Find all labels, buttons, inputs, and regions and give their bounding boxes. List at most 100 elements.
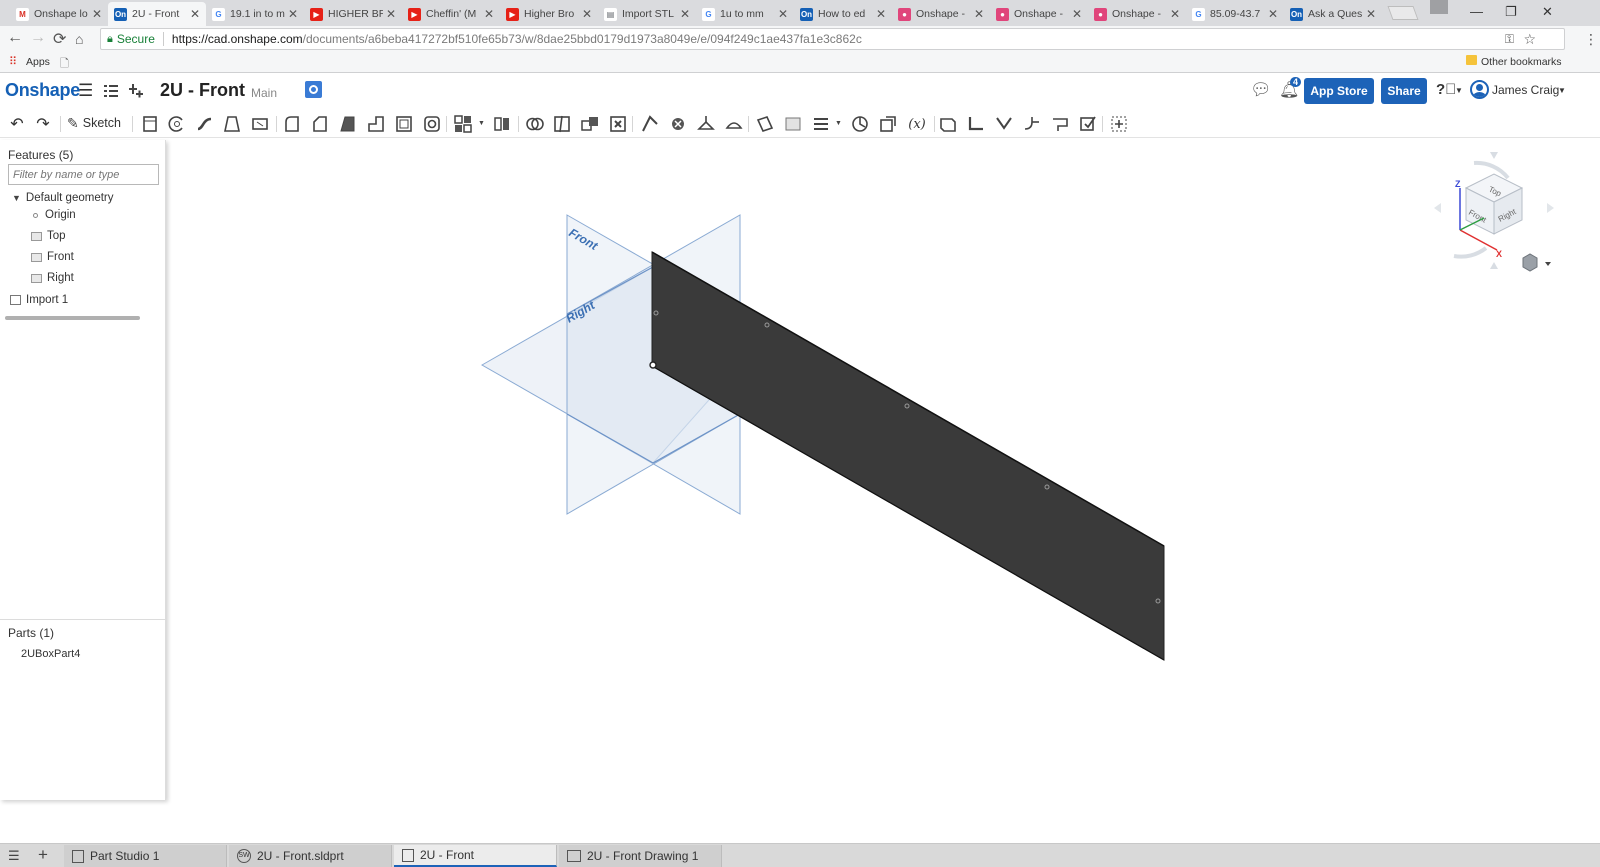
onshape-logo[interactable]: Onshape — [5, 80, 80, 101]
transform-icon[interactable] — [580, 114, 600, 134]
rollback-bar[interactable] — [5, 316, 140, 320]
tree-default-geometry[interactable]: ▼ Default geometry — [12, 192, 114, 204]
arrow-left-icon[interactable] — [1434, 203, 1441, 213]
arrow-down-icon[interactable] — [1490, 262, 1498, 269]
browser-tab[interactable]: ● Onshape - ✕ — [990, 2, 1088, 26]
finish-sheet-metal-icon[interactable] — [1078, 114, 1098, 134]
tree-import[interactable]: Import 1 — [10, 294, 68, 306]
delete-part-icon[interactable] — [608, 114, 628, 134]
form-icon[interactable] — [1050, 114, 1070, 134]
rib-icon[interactable] — [366, 114, 386, 134]
loft-icon[interactable] — [222, 114, 242, 134]
part-list-item[interactable]: 2UBoxPart4 — [21, 648, 80, 660]
fillet-icon[interactable] — [282, 114, 302, 134]
close-icon[interactable]: ✕ — [1072, 7, 1082, 21]
browser-tab[interactable]: On Ask a Ques ✕ — [1284, 2, 1382, 26]
boolean-icon[interactable] — [525, 114, 545, 134]
rotate-arrow-icon[interactable] — [1453, 246, 1488, 259]
sketch-button[interactable]: ✎ Sketch — [67, 113, 121, 133]
close-icon[interactable]: ✕ — [484, 7, 494, 21]
close-icon[interactable]: ✕ — [778, 7, 788, 21]
mate-connector-icon[interactable] — [783, 114, 803, 134]
home-icon[interactable]: ⌂ — [75, 31, 83, 47]
maximize-icon[interactable]: ❐ — [1505, 4, 1517, 20]
undo-icon[interactable]: ↶ — [7, 114, 27, 134]
mirror-icon[interactable] — [492, 114, 512, 134]
user-name[interactable]: James Craig — [1492, 83, 1559, 97]
add-custom-feature-icon[interactable] — [1109, 114, 1129, 134]
cube-icon[interactable] — [1522, 253, 1538, 272]
feature-filter-input[interactable] — [8, 164, 159, 185]
revolve-icon[interactable] — [167, 114, 187, 134]
sheet-metal-icon[interactable] — [938, 114, 958, 134]
hamburger-icon[interactable]: ☰ — [78, 81, 93, 101]
new-tab-button[interactable] — [1387, 6, 1419, 20]
close-icon[interactable]: ✕ — [190, 7, 200, 21]
browser-tab[interactable]: ● Onshape - ✕ — [1088, 2, 1186, 26]
apps-bookmark[interactable]: Apps — [26, 56, 50, 68]
close-icon[interactable]: ✕ — [1268, 7, 1278, 21]
hole-icon[interactable] — [422, 114, 442, 134]
insert-icon[interactable] — [128, 83, 144, 99]
close-icon[interactable]: ✕ — [1366, 7, 1376, 21]
tree-origin[interactable]: Origin — [33, 209, 76, 221]
tab-drawing-1[interactable]: 2U - Front Drawing 1 — [559, 845, 722, 867]
section-view-icon[interactable] — [878, 114, 898, 134]
modify-fillet-icon[interactable] — [640, 114, 660, 134]
close-icon[interactable]: ✕ — [92, 7, 102, 21]
close-icon[interactable]: ✕ — [974, 7, 984, 21]
browser-tab[interactable]: On How to ed ✕ — [794, 2, 892, 26]
browser-tab[interactable]: G 85.09-43.7 ✕ — [1186, 2, 1284, 26]
close-icon[interactable]: ✕ — [680, 7, 690, 21]
reload-icon[interactable]: ⟳ — [53, 29, 66, 49]
tree-plane-top[interactable]: Top — [31, 230, 66, 242]
browser-tab[interactable]: G 1u to mm ✕ — [696, 2, 794, 26]
avatar[interactable] — [1470, 80, 1489, 99]
move-face-icon[interactable] — [696, 114, 716, 134]
browser-tab[interactable]: G 19.1 in to m ✕ — [206, 2, 304, 26]
thicken-icon[interactable] — [250, 114, 270, 134]
help-icon[interactable]: ?⃝ — [1436, 81, 1456, 98]
tab-icon[interactable] — [994, 114, 1014, 134]
tab-2u-front[interactable]: 2U - Front — [394, 845, 557, 867]
bend-icon[interactable] — [1022, 114, 1042, 134]
browser-tab[interactable]: ▶ HIGHER BR ✕ — [304, 2, 402, 26]
view-cube[interactable]: Top Front Right Z X — [1434, 152, 1554, 269]
browser-tab-active[interactable]: On 2U - Front ✕ — [108, 2, 206, 26]
replace-face-icon[interactable] — [724, 114, 744, 134]
apps-grid-icon[interactable]: ⠿ — [9, 55, 17, 68]
star-icon[interactable]: ☆ — [1523, 31, 1536, 48]
helix-icon[interactable] — [811, 114, 831, 134]
redo-icon[interactable]: ↷ — [33, 114, 53, 134]
delete-face-icon[interactable] — [668, 114, 688, 134]
flange-icon[interactable] — [966, 114, 986, 134]
plane-icon[interactable] — [755, 114, 775, 134]
chevron-down-icon[interactable]: ▼ — [1558, 86, 1566, 95]
browser-tab[interactable]: ● Onshape - ✕ — [892, 2, 990, 26]
shell-icon[interactable] — [394, 114, 414, 134]
page-icon[interactable]: 🗋︎ — [60, 55, 69, 74]
draft-icon[interactable] — [338, 114, 358, 134]
tab-manager-icon[interactable]: ☰ — [8, 848, 20, 864]
browser-tab[interactable]: ▶ Higher Bro ✕ — [500, 2, 598, 26]
url-field[interactable]: 🔒︎ Secure https://cad.onshape.com /docum… — [100, 28, 1565, 50]
tree-plane-front[interactable]: Front — [31, 251, 74, 263]
other-bookmarks[interactable]: Other bookmarks — [1481, 56, 1562, 68]
close-icon[interactable]: ✕ — [582, 7, 592, 21]
arrow-right-icon[interactable] — [1547, 203, 1554, 213]
tab-sldprt-file[interactable]: SW 2U - Front.sldprt — [229, 845, 392, 867]
document-title[interactable]: 2U - Front — [160, 80, 245, 101]
chevron-down-icon[interactable]: ▼ — [835, 120, 842, 127]
version-graph-icon[interactable] — [305, 81, 322, 98]
comments-icon[interactable]: 💬︎ — [1250, 80, 1272, 100]
close-icon[interactable]: ✕ — [288, 7, 298, 21]
browser-tab[interactable]: ▤ Import STL ✕ — [598, 2, 696, 26]
viewport-canvas[interactable]: Front Right Top Front Right Z X — [166, 138, 1600, 803]
add-tab-icon[interactable]: + — [38, 845, 48, 865]
close-icon[interactable]: ✕ — [1170, 7, 1180, 21]
origin-point[interactable] — [649, 361, 657, 369]
close-window-icon[interactable]: ✕ — [1542, 4, 1553, 20]
measure-icon[interactable] — [850, 114, 870, 134]
variable-icon[interactable]: (x) — [905, 114, 929, 134]
chevron-down-icon[interactable] — [1545, 262, 1551, 266]
